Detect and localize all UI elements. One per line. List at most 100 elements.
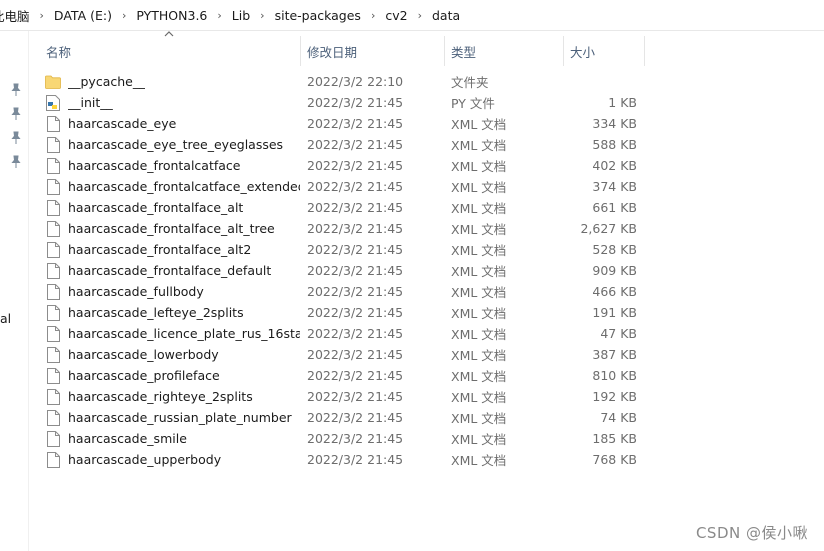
file-row[interactable]: haarcascade_russian_plate_number 2022/3/… (30, 407, 820, 428)
chevron-right-icon[interactable]: › (211, 9, 227, 22)
file-size: 588 KB (592, 137, 637, 152)
file-name: haarcascade_frontalface_default (68, 263, 272, 278)
document-icon (45, 409, 61, 426)
nav-item-partial[interactable]: al (0, 311, 11, 326)
breadcrumb-this-pc[interactable]: 此电脑 (0, 0, 34, 30)
file-name-cell: haarcascade_russian_plate_number (45, 407, 300, 428)
file-date: 2022/3/2 21:45 (307, 116, 404, 131)
document-icon (45, 199, 61, 216)
file-row[interactable]: haarcascade_smile 2022/3/2 21:45 XML 文档 … (30, 428, 820, 449)
navigation-pane[interactable]: al (0, 31, 29, 551)
document-icon (45, 451, 61, 468)
document-icon (45, 430, 61, 447)
file-name-cell: __pycache__ (45, 71, 300, 92)
file-name-cell: haarcascade_upperbody (45, 449, 300, 470)
breadcrumb-label: 此电脑 (0, 8, 30, 24)
column-header-size[interactable]: 大小 (564, 36, 645, 66)
file-name-cell: haarcascade_eye (45, 113, 300, 134)
breadcrumb-site-packages[interactable]: site-packages (271, 0, 365, 30)
file-name-cell: haarcascade_frontalface_alt2 (45, 239, 300, 260)
file-size: 661 KB (592, 200, 637, 215)
file-name: __pycache__ (68, 74, 146, 89)
breadcrumb-python36[interactable]: PYTHON3.6 (132, 0, 211, 30)
file-size: 334 KB (592, 116, 637, 131)
file-type: PY 文件 (451, 96, 495, 111)
breadcrumb-cv2[interactable]: cv2 (381, 0, 411, 30)
file-type: XML 文档 (451, 369, 507, 384)
breadcrumb-label: Lib (231, 7, 251, 23)
file-size: 374 KB (592, 179, 637, 194)
breadcrumb-data[interactable]: data (428, 0, 464, 30)
file-row[interactable]: haarcascade_frontalface_alt 2022/3/2 21:… (30, 197, 820, 218)
document-icon (45, 157, 61, 174)
chevron-right-icon[interactable]: › (34, 9, 50, 22)
document-icon (45, 178, 61, 195)
column-header-type[interactable]: 类型 (445, 36, 564, 66)
file-type: XML 文档 (451, 180, 507, 195)
file-size: 810 KB (592, 368, 637, 383)
document-icon (45, 136, 61, 153)
file-row[interactable]: haarcascade_eye_tree_eyeglasses 2022/3/2… (30, 134, 820, 155)
column-header-date[interactable]: 修改日期 (301, 36, 445, 66)
file-name-cell: haarcascade_lowerbody (45, 344, 300, 365)
file-row[interactable]: haarcascade_lowerbody 2022/3/2 21:45 XML… (30, 344, 820, 365)
file-date: 2022/3/2 21:45 (307, 326, 404, 341)
breadcrumb-label: site-packages (274, 7, 361, 23)
file-date: 2022/3/2 21:45 (307, 263, 404, 278)
file-name: haarcascade_licence_plate_rus_16sta... (68, 326, 300, 341)
file-row[interactable]: haarcascade_upperbody 2022/3/2 21:45 XML… (30, 449, 820, 470)
file-date: 2022/3/2 21:45 (307, 284, 404, 299)
file-name: haarcascade_frontalface_alt (68, 200, 244, 215)
chevron-right-icon[interactable]: › (365, 9, 381, 22)
file-type: XML 文档 (451, 306, 507, 321)
file-row[interactable]: __init__ 2022/3/2 21:45 PY 文件 1 KB (30, 92, 820, 113)
chevron-right-icon[interactable]: › (254, 9, 270, 22)
file-row[interactable]: haarcascade_frontalcatface_extended 2022… (30, 176, 820, 197)
pin-icon[interactable] (9, 107, 23, 121)
file-date: 2022/3/2 21:45 (307, 95, 404, 110)
python-file-icon (45, 94, 61, 111)
breadcrumb-lib[interactable]: Lib (228, 0, 254, 30)
column-header-name[interactable]: 名称 (40, 36, 301, 66)
file-date: 2022/3/2 21:45 (307, 137, 404, 152)
file-row[interactable]: haarcascade_profileface 2022/3/2 21:45 X… (30, 365, 820, 386)
file-date: 2022/3/2 22:10 (307, 74, 404, 89)
file-size: 909 KB (592, 263, 637, 278)
file-name: haarcascade_eye (68, 116, 177, 131)
file-size: 1 KB (608, 95, 637, 110)
chevron-right-icon[interactable]: › (412, 9, 428, 22)
file-size: 2,627 KB (580, 221, 637, 236)
file-row[interactable]: haarcascade_frontalface_alt_tree 2022/3/… (30, 218, 820, 239)
file-row[interactable]: haarcascade_frontalface_default 2022/3/2… (30, 260, 820, 281)
pin-icon[interactable] (9, 131, 23, 145)
file-name-cell: haarcascade_fullbody (45, 281, 300, 302)
file-type: XML 文档 (451, 222, 507, 237)
file-row[interactable]: __pycache__ 2022/3/2 22:10 文件夹 (30, 71, 820, 92)
file-date: 2022/3/2 21:45 (307, 305, 404, 320)
pin-icon[interactable] (9, 83, 23, 97)
file-name: haarcascade_smile (68, 431, 187, 446)
breadcrumb[interactable]: 此电脑 › DATA (E:) › PYTHON3.6 › Lib › site… (0, 0, 824, 31)
file-type: XML 文档 (451, 243, 507, 258)
file-row[interactable]: haarcascade_righteye_2splits 2022/3/2 21… (30, 386, 820, 407)
file-row[interactable]: haarcascade_fullbody 2022/3/2 21:45 XML … (30, 281, 820, 302)
file-size (570, 71, 637, 92)
pin-icon[interactable] (9, 155, 23, 169)
file-row[interactable]: haarcascade_frontalcatface 2022/3/2 21:4… (30, 155, 820, 176)
chevron-right-icon[interactable]: › (116, 9, 132, 22)
file-row[interactable]: haarcascade_frontalface_alt2 2022/3/2 21… (30, 239, 820, 260)
breadcrumb-data-drive[interactable]: DATA (E:) (50, 0, 116, 30)
file-size: 74 KB (600, 410, 637, 425)
file-row[interactable]: haarcascade_eye 2022/3/2 21:45 XML 文档 33… (30, 113, 820, 134)
file-name-cell: haarcascade_frontalface_alt (45, 197, 300, 218)
file-date: 2022/3/2 21:45 (307, 242, 404, 257)
column-headers: 名称 修改日期 类型 大小 (30, 31, 820, 66)
file-type: XML 文档 (451, 432, 507, 447)
document-icon (45, 325, 61, 342)
file-name-cell: haarcascade_frontalface_default (45, 260, 300, 281)
file-name-cell: haarcascade_licence_plate_rus_16sta... (45, 323, 300, 344)
file-date: 2022/3/2 21:45 (307, 158, 404, 173)
file-name: haarcascade_russian_plate_number (68, 410, 292, 425)
file-row[interactable]: haarcascade_licence_plate_rus_16sta... 2… (30, 323, 820, 344)
file-row[interactable]: haarcascade_lefteye_2splits 2022/3/2 21:… (30, 302, 820, 323)
